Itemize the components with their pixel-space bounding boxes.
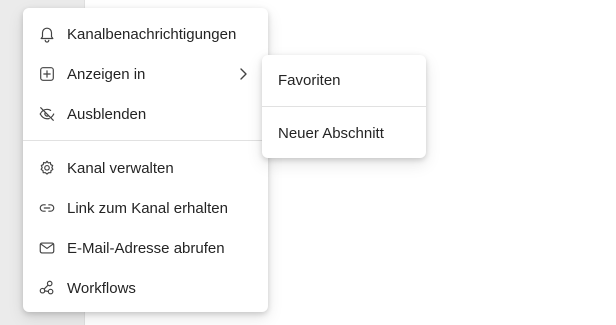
show-in-submenu: Favoriten Neuer Abschnitt	[262, 55, 426, 158]
menu-item-get-channel-link[interactable]: Link zum Kanal erhalten	[23, 188, 268, 228]
menu-item-label: Ausblenden	[67, 105, 147, 123]
menu-item-show-in[interactable]: Anzeigen in	[23, 54, 268, 94]
menu-item-label: Kanal verwalten	[67, 159, 174, 177]
menu-item-channel-notifications[interactable]: Kanalbenachrichtigungen	[23, 14, 268, 54]
gear-icon	[37, 158, 57, 178]
bell-icon	[37, 24, 57, 44]
menu-item-label: E-Mail-Adresse abrufen	[67, 239, 225, 257]
add-square-icon	[37, 64, 57, 84]
app-background: Kanalbenachrichtigungen Anzeigen in Ausb…	[0, 0, 616, 325]
submenu-item-label: Neuer Abschnitt	[278, 124, 384, 142]
workflows-icon	[37, 278, 57, 298]
link-icon	[37, 198, 57, 218]
menu-item-get-email-address[interactable]: E-Mail-Adresse abrufen	[23, 228, 268, 268]
menu-item-label: Link zum Kanal erhalten	[67, 199, 228, 217]
eye-off-icon	[37, 104, 57, 124]
channel-context-menu: Kanalbenachrichtigungen Anzeigen in Ausb…	[23, 8, 268, 312]
menu-item-workflows[interactable]: Workflows	[23, 268, 268, 308]
submenu-item-favorites[interactable]: Favoriten	[262, 58, 426, 102]
menu-separator	[23, 140, 268, 141]
submenu-item-label: Favoriten	[278, 71, 341, 89]
mail-icon	[37, 238, 57, 258]
menu-item-label: Anzeigen in	[67, 65, 146, 83]
submenu-separator	[262, 106, 426, 107]
menu-item-label: Workflows	[67, 279, 136, 297]
submenu-item-new-section[interactable]: Neuer Abschnitt	[262, 111, 426, 155]
menu-item-hide[interactable]: Ausblenden	[23, 94, 268, 134]
menu-item-manage-channel[interactable]: Kanal verwalten	[23, 148, 268, 188]
menu-item-label: Kanalbenachrichtigungen	[67, 25, 237, 43]
chevron-right-icon	[236, 66, 250, 82]
